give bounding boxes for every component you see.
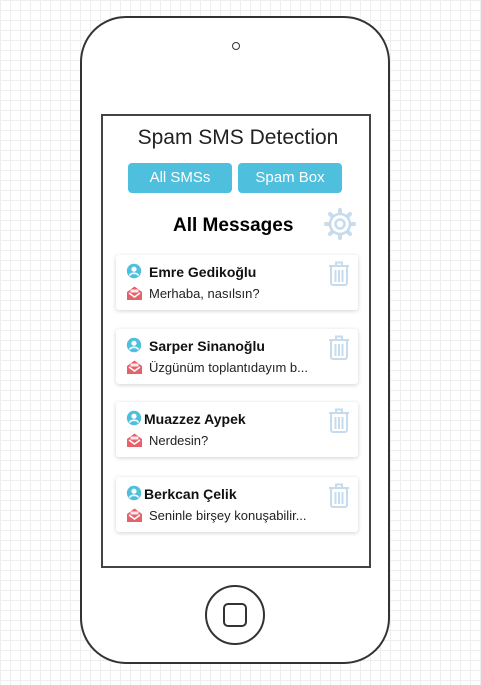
home-button[interactable]: [205, 585, 265, 645]
phone-screen: Spam SMS Detection All SMSs Spam Box All…: [101, 114, 371, 568]
envelope-icon: [127, 508, 142, 522]
phone-frame: Spam SMS Detection All SMSs Spam Box All…: [80, 16, 390, 664]
envelope-icon: [127, 286, 142, 300]
message-sender: Emre Gedikoğlu: [149, 264, 257, 280]
home-button-icon: [223, 603, 247, 627]
trash-icon[interactable]: [328, 261, 350, 287]
trash-icon[interactable]: [328, 408, 350, 434]
message-preview: Üzgünüm toplantıdayım b...: [149, 360, 308, 375]
person-icon: [126, 263, 142, 279]
person-icon: [126, 410, 142, 426]
app-title: Spam SMS Detection: [137, 126, 339, 149]
section-title: All Messages: [173, 215, 294, 236]
message-sender: Berkcan Çelik: [144, 486, 237, 502]
message-preview: Merhaba, nasılsın?: [149, 286, 260, 301]
gear-icon[interactable]: [323, 207, 357, 241]
trash-icon[interactable]: [328, 335, 350, 361]
envelope-icon: [127, 360, 142, 374]
message-preview: Nerdesin?: [149, 433, 209, 448]
message-sender: Sarper Sinanoğlu: [149, 338, 265, 354]
tab-spam-box[interactable]: Spam Box: [238, 163, 342, 193]
trash-icon[interactable]: [328, 483, 350, 509]
person-icon: [126, 485, 142, 501]
tab-all-smss[interactable]: All SMSs: [128, 163, 232, 193]
message-card[interactable]: Berkcan Çelik Seninle birşey konuşabilir…: [116, 477, 358, 532]
speaker: [232, 42, 240, 50]
message-sender: Muazzez Aypek: [144, 411, 246, 427]
envelope-icon: [127, 433, 142, 447]
message-card[interactable]: Sarper Sinanoğlu Üzgünüm toplantıdayım b…: [116, 329, 358, 384]
message-card[interactable]: Muazzez Aypek Nerdesin?: [116, 402, 358, 457]
message-card[interactable]: Emre Gedikoğlu Merhaba, nasılsın?: [116, 255, 358, 310]
message-preview: Seninle birşey konuşabilir...: [149, 508, 307, 523]
person-icon: [126, 337, 142, 353]
